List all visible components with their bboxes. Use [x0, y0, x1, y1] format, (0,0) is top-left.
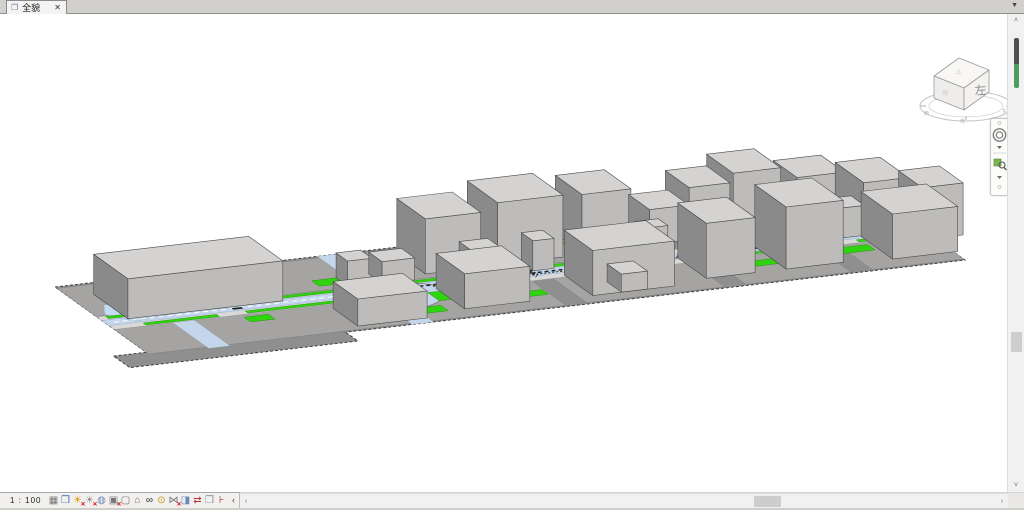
drawing-area[interactable]: 左 上 前 西 南 东: [0, 14, 1007, 492]
reveal-hidden-elements-button[interactable]: ⊙: [155, 494, 167, 507]
view-tab-bar: ❒ 全貌 ✕ ▼: [0, 0, 1024, 14]
vertical-scroll-thumb[interactable]: [1011, 332, 1022, 352]
scale-button[interactable]: 1 : 100: [0, 496, 47, 505]
navbar-grip-bottom: [998, 186, 1001, 189]
compass-label-west[interactable]: 西: [924, 110, 929, 117]
shadows-button[interactable]: ☀✕: [83, 494, 95, 507]
viewcube-face-label: 左: [974, 82, 987, 98]
rendering-dialog-button[interactable]: ◍: [95, 494, 107, 507]
detail-level-button[interactable]: ▦: [47, 494, 59, 507]
tab-overall-view[interactable]: ❒ 全貌 ✕: [6, 0, 67, 14]
horizontal-scroll-thumb[interactable]: [754, 496, 781, 507]
navbar-grip-top: [998, 122, 1001, 125]
scroll-left-arrow[interactable]: ‹: [242, 498, 250, 505]
sun-path-button[interactable]: ☀✕: [71, 494, 83, 507]
viewcube[interactable]: 左 上 前 西 南 东: [912, 42, 1007, 127]
tab-close-icon[interactable]: ✕: [54, 3, 61, 12]
resize-grip: [1008, 493, 1024, 508]
reveal-constraints-button[interactable]: ⊦: [215, 494, 227, 507]
navigation-bar: [990, 118, 1007, 196]
temporary-view-properties-button[interactable]: ◨: [179, 494, 191, 507]
scroll-down-arrow[interactable]: ˅: [1008, 482, 1024, 489]
zoom-button[interactable]: [994, 159, 1007, 170]
steering-wheel-button[interactable]: [993, 129, 1005, 141]
temporary-hide-isolate-button[interactable]: ∞: [143, 494, 155, 507]
zoom-dropdown-icon[interactable]: [997, 176, 1002, 179]
progress-indicator: [1014, 38, 1019, 88]
tab-label: 全貌: [22, 1, 40, 14]
revit-window: ❒ 全貌 ✕ ▼: [0, 0, 1024, 510]
analytical-model-button[interactable]: ⋈✕: [167, 494, 179, 507]
view-3d-icon: ❒: [11, 4, 18, 12]
scroll-right-arrow[interactable]: ›: [998, 498, 1006, 505]
highlight-displacement-button[interactable]: ❒: [203, 494, 215, 507]
model-svg[interactable]: [0, 14, 1007, 492]
crop-region-visibility-button[interactable]: ▢: [119, 494, 131, 507]
horizontal-scrollbar[interactable]: ‹ ›: [240, 493, 1008, 508]
unlock-3d-view-button[interactable]: ⌂: [131, 494, 143, 507]
crop-view-button[interactable]: ▣✕: [107, 494, 119, 507]
tab-list-dropdown-icon[interactable]: ▼: [1011, 2, 1018, 9]
view-control-bar: 1 : 100 ▦❒☀✕☀✕◍▣✕▢⌂∞⊙⋈✕◨⇄❒⊦ ‹: [0, 492, 240, 508]
steering-wheel-dropdown-icon[interactable]: [997, 146, 1002, 149]
visual-style-button[interactable]: ❒: [59, 494, 71, 507]
scroll-up-arrow[interactable]: ˄: [1008, 17, 1024, 24]
collapse-view-bar-icon[interactable]: ‹: [227, 494, 239, 507]
compass-label-south[interactable]: 南: [960, 118, 965, 125]
displacement-sets-button[interactable]: ⇄: [191, 494, 203, 507]
